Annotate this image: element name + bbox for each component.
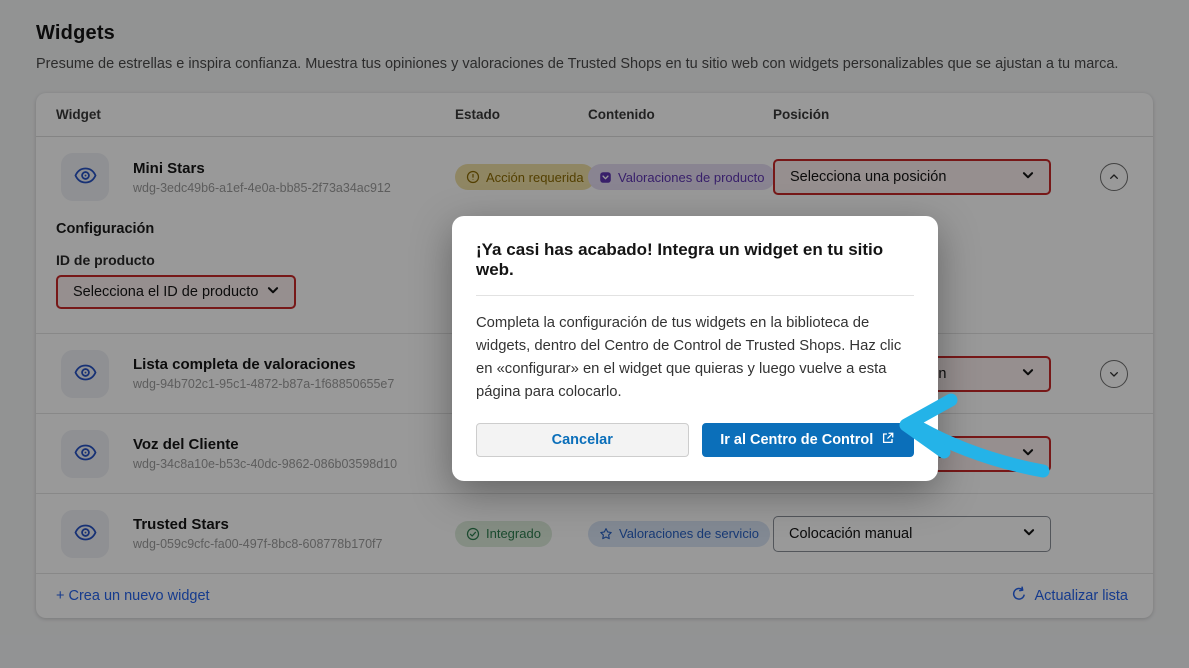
modal-title: ¡Ya casi has acabado! Integra un widget … xyxy=(476,240,914,280)
modal-divider xyxy=(476,295,914,296)
external-link-icon xyxy=(881,431,895,449)
integration-modal: ¡Ya casi has acabado! Integra un widget … xyxy=(452,216,938,481)
go-to-control-centre-label: Ir al Centro de Control xyxy=(720,432,873,448)
go-to-control-centre-button[interactable]: Ir al Centro de Control xyxy=(702,423,915,457)
modal-body-text: Completa la configuración de tus widgets… xyxy=(476,312,914,404)
cancel-button[interactable]: Cancelar xyxy=(476,423,689,457)
